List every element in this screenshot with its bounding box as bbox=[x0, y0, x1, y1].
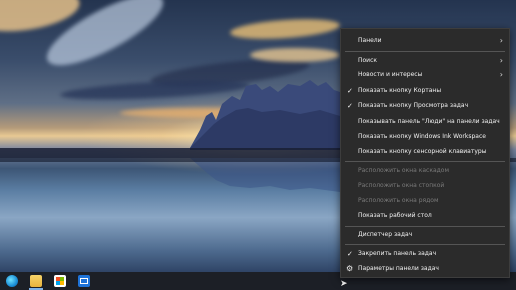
menu-item-label: Панели bbox=[358, 37, 382, 44]
menu-item-label: Показать кнопку Кортаны bbox=[358, 87, 442, 94]
chevron-right-icon: › bbox=[499, 70, 503, 79]
menu-item-show-touch-keyboard-button[interactable]: Показать кнопку сенсорной клавиатуры bbox=[341, 145, 509, 159]
checkmark-icon: ✓ bbox=[347, 102, 353, 110]
menu-item-label: Новости и интересы bbox=[358, 71, 423, 78]
chevron-right-icon: › bbox=[499, 36, 503, 45]
menu-item-label: Диспетчер задач bbox=[358, 231, 413, 238]
menu-item-side-by-side-windows: Расположить окна рядом bbox=[341, 194, 509, 208]
menu-item-show-task-view-button[interactable]: ✓ Показать кнопку Просмотра задач bbox=[341, 99, 509, 113]
gear-icon: ⚙ bbox=[346, 264, 354, 273]
menu-separator bbox=[345, 226, 505, 227]
menu-item-label: Показывать панель "Люди" на панели задач bbox=[358, 118, 500, 125]
menu-item-stack-windows: Расположить окна стопкой bbox=[341, 179, 509, 193]
menu-item-show-desktop[interactable]: Показать рабочий стол bbox=[341, 209, 509, 223]
chevron-right-icon: › bbox=[499, 56, 503, 65]
menu-item-panels[interactable]: Панели › bbox=[341, 34, 509, 48]
menu-item-taskbar-settings[interactable]: ⚙ Параметры панели задач bbox=[341, 262, 509, 276]
menu-item-search[interactable]: Поиск › bbox=[341, 54, 509, 68]
menu-separator bbox=[345, 51, 505, 52]
menu-item-label: Расположить окна стопкой bbox=[358, 182, 445, 189]
menu-item-news-and-interests[interactable]: Новости и интересы › bbox=[341, 68, 509, 82]
menu-item-label: Параметры панели задач bbox=[358, 265, 439, 272]
menu-item-label: Показать кнопку Windows Ink Workspace bbox=[358, 133, 486, 140]
mouse-cursor-icon: ➤ bbox=[340, 279, 348, 289]
menu-item-label: Расположить окна каскадом bbox=[358, 167, 449, 174]
checkmark-icon: ✓ bbox=[347, 87, 353, 95]
menu-item-show-ink-workspace-button[interactable]: Показать кнопку Windows Ink Workspace bbox=[341, 130, 509, 144]
mail-icon[interactable] bbox=[78, 275, 90, 287]
menu-item-label: Закрепить панель задач bbox=[358, 250, 437, 257]
menu-separator bbox=[345, 161, 505, 162]
menu-item-label: Показать рабочий стол bbox=[358, 212, 432, 219]
menu-item-show-cortana-button[interactable]: ✓ Показать кнопку Кортаны bbox=[341, 84, 509, 98]
edge-icon[interactable] bbox=[6, 275, 18, 287]
menu-item-label: Поиск bbox=[358, 57, 378, 64]
menu-item-label: Расположить окна рядом bbox=[358, 197, 439, 204]
checkmark-icon: ✓ bbox=[347, 250, 353, 258]
taskbar-context-menu: Панели › Поиск › Новости и интересы › ✓ … bbox=[340, 28, 510, 278]
file-explorer-icon[interactable] bbox=[30, 275, 42, 287]
menu-item-label: Показать кнопку Просмотра задач bbox=[358, 102, 469, 109]
menu-item-show-people-panel[interactable]: Показывать панель "Люди" на панели задач bbox=[341, 115, 509, 129]
menu-item-cascade-windows: Расположить окна каскадом bbox=[341, 164, 509, 178]
menu-separator bbox=[345, 244, 505, 245]
menu-item-task-manager[interactable]: Диспетчер задач bbox=[341, 228, 509, 242]
menu-item-label: Показать кнопку сенсорной клавиатуры bbox=[358, 148, 487, 155]
menu-item-lock-taskbar[interactable]: ✓ Закрепить панель задач bbox=[341, 247, 509, 261]
microsoft-store-icon[interactable] bbox=[54, 275, 66, 287]
